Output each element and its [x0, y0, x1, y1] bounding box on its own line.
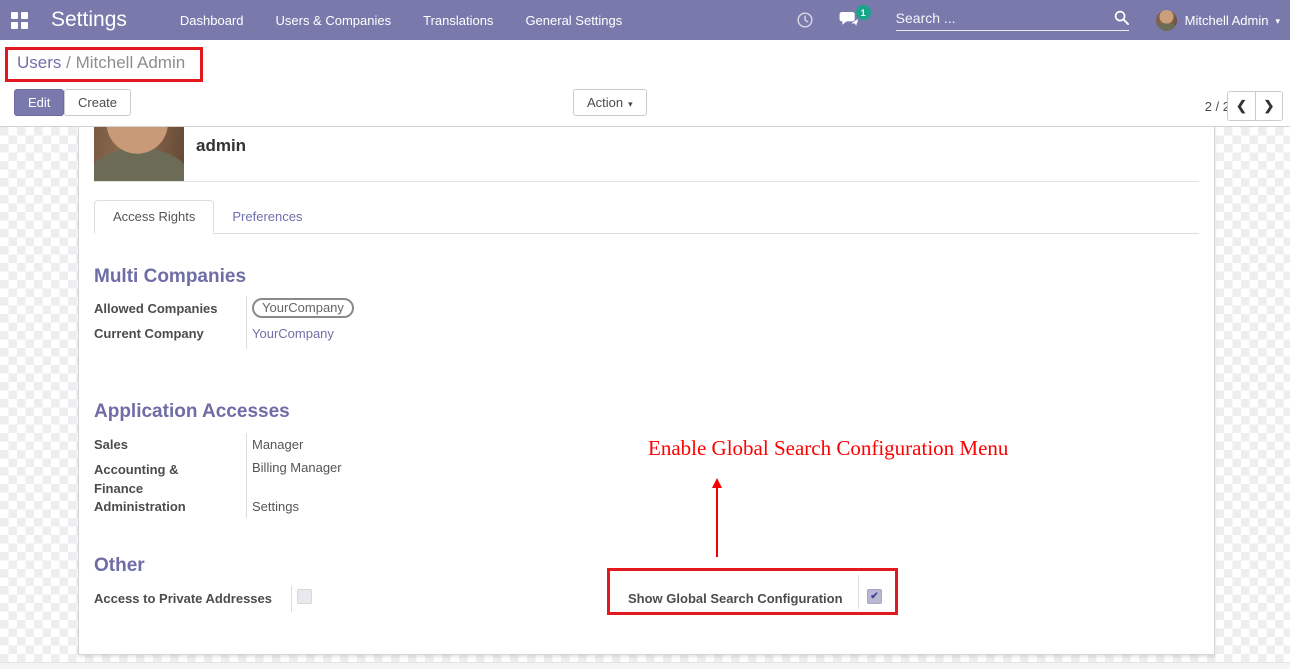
accounting-finance-label: Accounting & Finance: [94, 460, 224, 498]
breadcrumb-bar: Users / Mitchell Admin: [0, 40, 1290, 86]
pager-next-button[interactable]: ❯: [1255, 92, 1282, 120]
chevron-left-icon: ❮: [1236, 98, 1247, 114]
accounting-finance-value: Billing Manager: [252, 460, 342, 475]
pager-previous-button[interactable]: ❮: [1228, 92, 1255, 120]
action-label: Action: [587, 95, 623, 110]
menu-item-dashboard[interactable]: Dashboard: [164, 0, 260, 40]
user-login-title: admin: [196, 136, 246, 156]
control-panel: Edit Create Action▾ 2 / 2 ❮ ❯: [0, 86, 1290, 127]
section-title-multi-companies: Multi Companies: [94, 266, 246, 288]
private-addresses-checkbox[interactable]: [297, 589, 312, 604]
apps-menu-icon[interactable]: [11, 12, 28, 29]
allowed-companies-label: Allowed Companies: [94, 301, 218, 316]
breadcrumb-separator: /: [66, 53, 71, 72]
create-button[interactable]: Create: [64, 89, 131, 116]
annotation-text: Enable Global Search Configuration Menu: [648, 436, 1008, 461]
menu-item-general-settings[interactable]: General Settings: [509, 0, 638, 40]
group-separator: [246, 296, 247, 349]
menu-item-users-companies[interactable]: Users & Companies: [260, 0, 408, 40]
private-addresses-label: Access to Private Addresses: [94, 591, 272, 606]
sales-label: Sales: [94, 437, 244, 452]
action-dropdown-button[interactable]: Action ▾: [573, 89, 647, 116]
top-menu: Dashboard Users & Companies Translations…: [164, 0, 638, 40]
caret-down-icon: ▾: [628, 99, 633, 109]
message-count-badge: 1: [856, 5, 871, 20]
pager-buttons: ❮ ❯: [1227, 91, 1283, 121]
current-company-link[interactable]: YourCompany: [252, 326, 334, 341]
activity-clock-icon[interactable]: [796, 11, 814, 29]
sales-value: Manager: [252, 437, 303, 452]
administration-label: Administration: [94, 499, 244, 514]
user-menu[interactable]: Mitchell Admin: [1185, 13, 1269, 28]
breadcrumb-users-link[interactable]: Users: [17, 53, 61, 72]
global-search-label: Show Global Search Configuration: [628, 591, 843, 606]
top-navbar: Settings Dashboard Users & Companies Tra…: [0, 0, 1290, 40]
group-separator: [246, 433, 247, 518]
annotation-arrow-up: [712, 478, 724, 557]
group-separator: [858, 575, 859, 609]
messages-button[interactable]: 1: [839, 11, 860, 29]
group-separator: [291, 586, 292, 612]
user-avatar[interactable]: [1156, 10, 1177, 31]
title-divider: [94, 181, 1199, 182]
current-company-label: Current Company: [94, 326, 204, 341]
chevron-right-icon: ❯: [1264, 98, 1275, 114]
global-search: [896, 10, 1129, 31]
breadcrumb-highlight-box: Users / Mitchell Admin: [5, 47, 203, 82]
app-brand[interactable]: Settings: [51, 8, 127, 32]
section-title-application-accesses: Application Accesses: [94, 401, 290, 423]
breadcrumb: Users / Mitchell Admin: [17, 53, 185, 73]
tab-access-rights[interactable]: Access Rights: [94, 200, 214, 234]
bottom-edge-strip: [0, 662, 1290, 669]
checkmark-icon: ✔: [870, 591, 878, 602]
form-background: admin Access Rights Preferences Multi Co…: [0, 127, 1290, 662]
global-search-checkbox[interactable]: ✔: [867, 589, 882, 604]
chevron-down-icon[interactable]: ▾: [1275, 16, 1280, 27]
menu-item-translations[interactable]: Translations: [407, 0, 509, 40]
search-input[interactable]: [896, 10, 1114, 26]
allowed-companies-tag: YourCompany: [252, 298, 354, 318]
edit-button[interactable]: Edit: [14, 89, 64, 116]
topbar-right: 1 Mitchell Admin ▾: [796, 10, 1290, 31]
user-photo: [94, 127, 184, 181]
section-title-other: Other: [94, 555, 145, 577]
administration-value: Settings: [252, 499, 299, 514]
notebook-tabs: Access Rights Preferences: [94, 200, 1199, 234]
tab-preferences[interactable]: Preferences: [214, 201, 320, 233]
search-icon[interactable]: [1114, 10, 1129, 25]
breadcrumb-current: Mitchell Admin: [76, 53, 186, 72]
user-form-sheet: admin Access Rights Preferences Multi Co…: [78, 127, 1215, 655]
